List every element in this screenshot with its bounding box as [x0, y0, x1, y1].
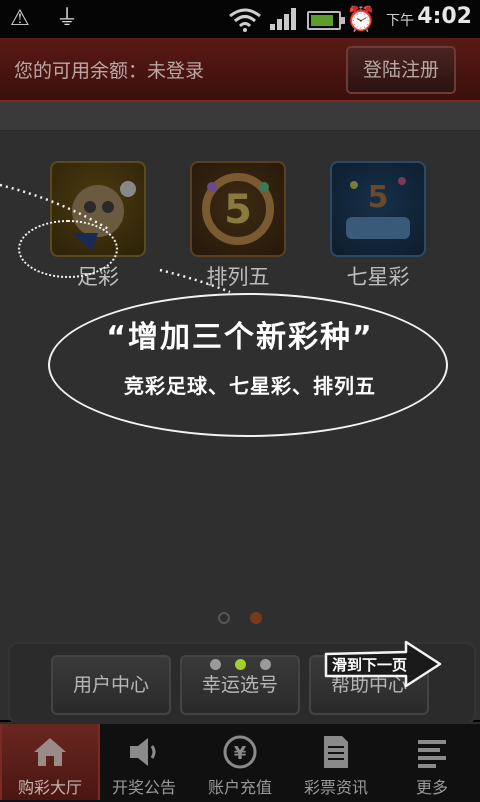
user-center-button[interactable]: 用户中心 — [51, 655, 171, 715]
guide-dot-active — [235, 659, 246, 670]
sub-bar — [0, 102, 480, 131]
tab-lottery-hall[interactable]: 购彩大厅 — [0, 724, 100, 800]
document-icon — [288, 732, 384, 772]
guide-dot — [210, 659, 221, 670]
header: 您的可用余额：未登录 登陆注册 — [0, 38, 480, 102]
status-time: 4:02 — [417, 4, 472, 29]
wifi-icon — [229, 8, 261, 32]
tab-label: 购彩大厅 — [17, 778, 82, 797]
svg-text:5: 5 — [368, 180, 389, 215]
status-ampm: 下午 — [386, 13, 414, 29]
svg-text:¥: ¥ — [234, 743, 247, 764]
usb-icon: ⏚ — [56, 6, 79, 31]
tab-more[interactable]: 更多 — [384, 724, 480, 800]
balance-text: 您的可用余额：未登录 — [14, 60, 205, 82]
tab-account-recharge[interactable]: ¥ 账户充值 — [192, 724, 288, 800]
announcement-subtitle: 竞彩足球、七星彩、排列五 — [124, 374, 376, 398]
yen-icon: ¥ — [192, 732, 288, 772]
next-page-label: 滑到下一页 — [332, 656, 408, 674]
qixingcai-icon: 5 — [330, 161, 426, 257]
alarm-icon: ⏰ — [346, 5, 376, 33]
tab-label: 彩票资讯 — [303, 778, 368, 797]
guide-dot — [260, 659, 271, 670]
highlight-ellipse — [18, 220, 118, 278]
home-icon — [2, 732, 98, 772]
battery-icon — [307, 11, 345, 30]
login-register-button[interactable]: 登陆注册 — [346, 46, 456, 94]
speaker-icon — [96, 732, 192, 772]
tab-lottery-news[interactable]: 彩票资讯 — [288, 724, 384, 800]
warning-icon: ⚠ — [10, 6, 30, 31]
tab-label: 账户充值 — [207, 778, 272, 797]
signal-icon — [270, 8, 298, 30]
game-label: 七星彩 — [346, 265, 410, 289]
page-indicator-dot — [218, 612, 230, 624]
tab-label: 更多 — [415, 778, 448, 797]
tab-label: 开奖公告 — [111, 778, 176, 797]
announcement-title: “增加三个新彩种” — [106, 320, 374, 355]
more-icon — [384, 732, 480, 772]
page-indicator-dot-active — [250, 612, 262, 624]
game-qixingcai[interactable]: 5 七星彩 — [330, 161, 426, 291]
status-bar: ⚠ ⏚ ⏰ 下午 4:02 — [0, 0, 480, 38]
tab-draw-results[interactable]: 开奖公告 — [96, 724, 192, 800]
